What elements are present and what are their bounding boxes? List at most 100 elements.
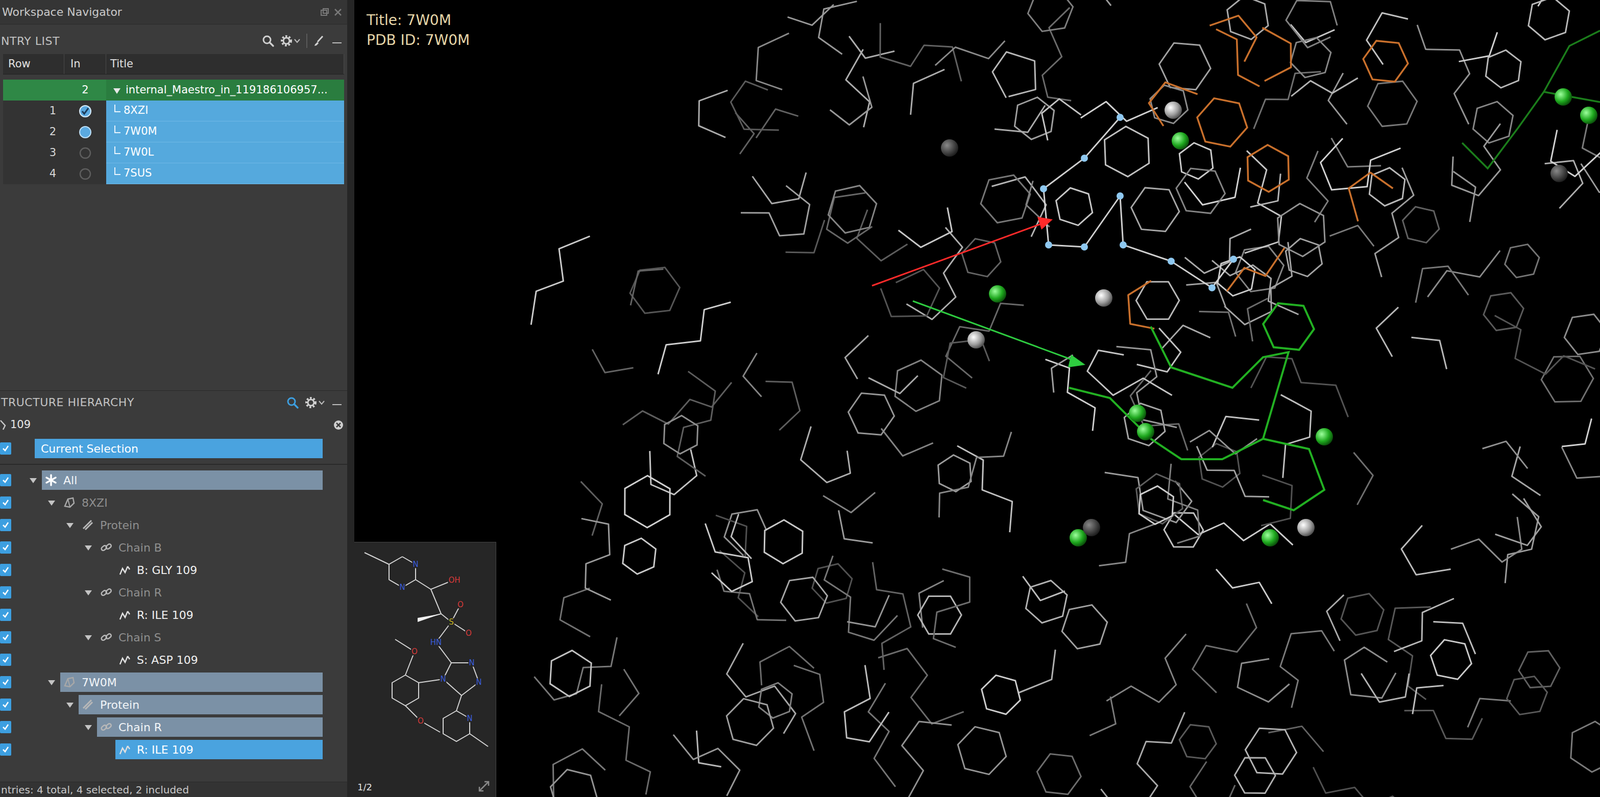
expand-arrow-icon[interactable] <box>24 471 42 490</box>
float-icon[interactable] <box>319 7 330 18</box>
tree-label-box[interactable]: Chain S <box>97 627 323 648</box>
viewer-title: Title: 7W0M <box>366 11 470 30</box>
visibility-checkbox[interactable] <box>0 586 12 599</box>
tree-node[interactable]: 8XZI <box>0 491 348 515</box>
expand-arrow-icon[interactable] <box>61 696 79 714</box>
visibility-checkbox[interactable] <box>0 541 12 554</box>
tree-node[interactable]: Protein <box>0 514 348 537</box>
tree-label-box[interactable]: R: ILE 109 <box>115 605 323 625</box>
minimize-icon[interactable] <box>330 396 344 409</box>
tree-indent <box>11 581 80 604</box>
expand-arrow-icon[interactable] <box>110 83 124 98</box>
selection-state <box>117 608 132 623</box>
expand-arrow-icon[interactable] <box>61 516 79 535</box>
tree-node[interactable]: Protein <box>0 693 348 717</box>
visibility-checkbox[interactable] <box>0 609 12 622</box>
entry-title-cell[interactable]: 7W0M <box>106 121 345 143</box>
current-selection-row[interactable]: Current Selection <box>0 437 348 460</box>
visibility-checkbox[interactable] <box>0 496 12 509</box>
tree-label-box[interactable]: 8XZI <box>60 493 323 513</box>
molecular-scene[interactable] <box>354 0 1600 797</box>
tree-label-box[interactable]: Protein <box>78 515 323 536</box>
include-toggle[interactable] <box>78 104 93 119</box>
column-heading[interactable]: Title <box>106 54 345 75</box>
entry-row[interactable]: 37W0L <box>3 142 345 164</box>
tree-node[interactable]: S: ASP 109 <box>0 648 348 672</box>
fixed-entry-icon <box>78 166 93 182</box>
entry-row[interactable]: 18XZI <box>3 100 345 122</box>
tree-node[interactable]: R: ILE 109 <box>0 738 348 762</box>
tree-node[interactable]: B: GLY 109 <box>0 559 348 582</box>
expand-arrow-icon[interactable] <box>98 741 116 759</box>
dropdown-icon[interactable] <box>293 36 302 45</box>
visibility-checkbox[interactable] <box>0 519 12 532</box>
tree-node[interactable]: 7W0M <box>0 671 348 694</box>
tree-label: R: ILE 109 <box>136 607 194 624</box>
include-toggle[interactable] <box>78 125 93 140</box>
visibility-checkbox[interactable] <box>0 721 12 734</box>
workspace-viewer[interactable]: Title: 7W0MPDB ID: 7W0MNNOHSOOHNNNNOON1/… <box>354 0 1600 797</box>
entry-title: 7SUS <box>123 165 152 182</box>
expand-arrow-icon[interactable] <box>79 718 98 737</box>
expand-arrow-icon[interactable] <box>79 628 98 647</box>
visibility-checkbox[interactable] <box>0 442 12 455</box>
expand-arrow-icon[interactable] <box>42 673 61 692</box>
tree-label-box[interactable]: B: GLY 109 <box>115 560 323 580</box>
entry-title-cell[interactable]: 7W0L <box>106 142 345 164</box>
visibility-checkbox[interactable] <box>0 631 12 644</box>
visibility-checkbox[interactable] <box>0 474 12 487</box>
fixed-entry-icon <box>78 146 93 161</box>
tree-node[interactable]: Chain R <box>0 716 348 739</box>
search-icon[interactable] <box>285 396 300 410</box>
tree-node[interactable]: All <box>0 469 348 492</box>
column-heading[interactable]: Row <box>3 54 65 75</box>
clear-icon[interactable] <box>332 419 345 431</box>
tree-label-box[interactable]: R: ILE 109 <box>115 740 323 760</box>
entry-title-cell[interactable]: 7SUS <box>106 163 345 185</box>
entry-group-row[interactable]: 2internal_Maestro_in_119186106957... <box>3 79 345 101</box>
visibility-checkbox[interactable] <box>0 653 12 667</box>
tree-label-box[interactable]: 7W0M <box>60 672 323 693</box>
close-icon[interactable] <box>332 7 344 18</box>
visibility-checkbox[interactable] <box>0 564 12 577</box>
filter-field[interactable]: 109 <box>0 416 348 435</box>
section-title: TRUCTURE HIERARCHY <box>1 394 135 411</box>
tree-label-box[interactable]: All <box>41 470 323 491</box>
dropdown-icon[interactable] <box>317 398 326 407</box>
gear-icon[interactable] <box>279 34 294 48</box>
tree-label-box[interactable]: S: ASP 109 <box>115 650 323 670</box>
tree-node[interactable]: Chain B <box>0 536 348 560</box>
tree-label-box[interactable]: Chain R <box>97 583 323 603</box>
expand-arrow-icon[interactable] <box>98 651 116 669</box>
minimize-icon[interactable] <box>330 34 344 47</box>
expand-arrow-icon[interactable] <box>42 494 61 512</box>
expand-icon[interactable] <box>477 780 491 794</box>
ligand-2d-inset[interactable]: NNOHSOOHNNNNOON1/2 <box>354 542 497 797</box>
visibility-checkbox[interactable] <box>0 698 12 712</box>
visibility-checkbox[interactable] <box>0 676 12 689</box>
entry-row[interactable]: 47SUS <box>3 163 345 185</box>
expand-arrow-icon[interactable] <box>98 561 116 579</box>
tree-node[interactable]: Chain S <box>0 626 348 649</box>
expand-arrow-icon[interactable] <box>79 539 98 557</box>
tree-node[interactable]: R: ILE 109 <box>0 603 348 627</box>
include-toggle[interactable] <box>78 166 93 182</box>
tree-label-box[interactable]: Chain R <box>97 717 323 738</box>
visibility-checkbox[interactable] <box>0 743 12 757</box>
expand-arrow-icon[interactable] <box>79 584 98 602</box>
brush-icon[interactable] <box>312 34 326 48</box>
entry-title-cell[interactable]: 8XZI <box>106 100 345 122</box>
panel-divider[interactable] <box>347 0 355 797</box>
tree-label-box[interactable]: Chain B <box>97 538 323 558</box>
gear-icon[interactable] <box>304 396 318 410</box>
expand-arrow-icon[interactable] <box>98 606 116 624</box>
filter-text[interactable]: 109 <box>10 417 331 434</box>
current-selection[interactable]: Current Selection <box>34 439 323 459</box>
include-toggle[interactable] <box>78 146 93 161</box>
column-heading[interactable]: In <box>64 54 107 75</box>
entry-row[interactable]: 27W0M <box>3 121 345 143</box>
tree-label-box[interactable]: Protein <box>78 695 323 715</box>
search-icon[interactable] <box>261 34 275 48</box>
tree-node[interactable]: Chain R <box>0 581 348 604</box>
tree-label: 8XZI <box>81 494 108 512</box>
